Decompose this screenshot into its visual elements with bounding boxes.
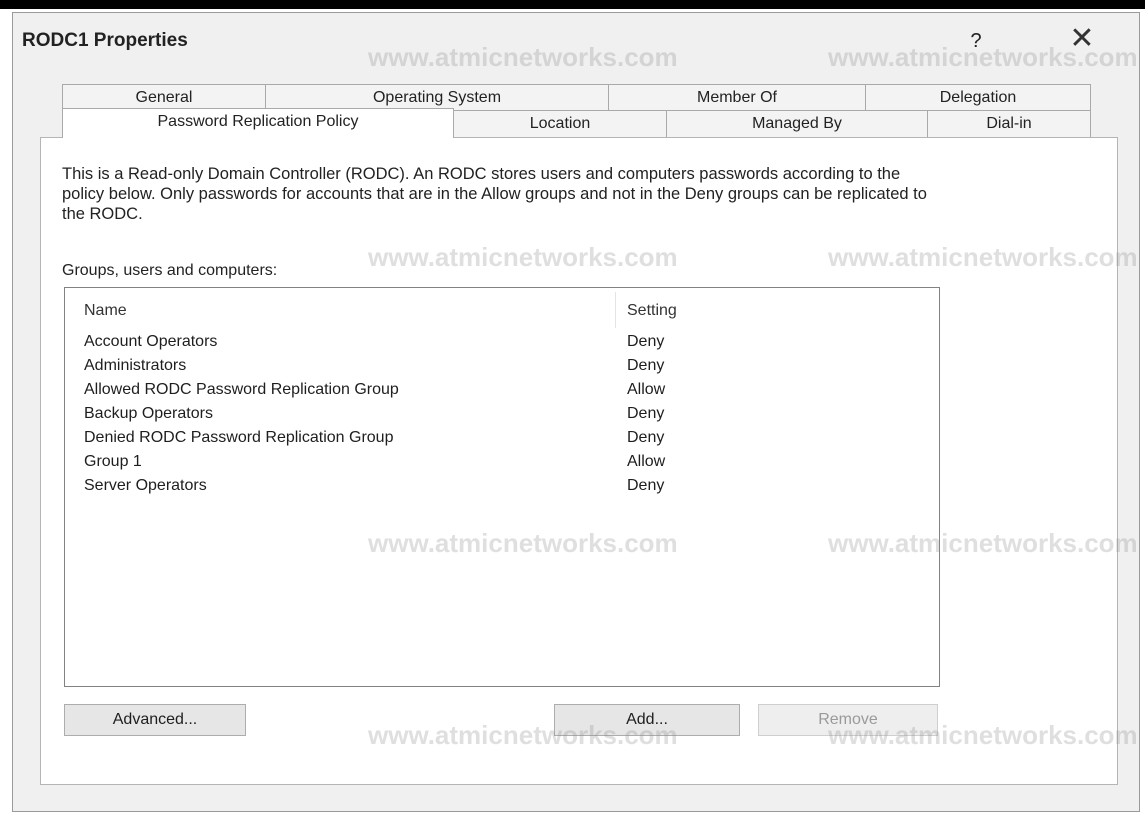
tab-managed-by[interactable]: Managed By xyxy=(666,110,928,137)
top-edge-bar xyxy=(0,0,1145,9)
item-name: Administrators xyxy=(84,357,187,374)
tab-password-replication-policy[interactable]: Password Replication Policy xyxy=(62,108,454,138)
close-icon: ✕ xyxy=(1069,22,1095,55)
item-name: Group 1 xyxy=(84,453,142,470)
list-item[interactable]: Group 1 Allow xyxy=(65,450,939,474)
item-name: Denied RODC Password Replication Group xyxy=(84,429,394,446)
tab-general[interactable]: General xyxy=(62,84,266,111)
groups-label: Groups, users and computers: xyxy=(62,262,278,279)
list-item[interactable]: Denied RODC Password Replication Group D… xyxy=(65,426,939,450)
item-setting: Allow xyxy=(627,381,666,398)
list-item[interactable]: Allowed RODC Password Replication Group … xyxy=(65,378,939,402)
tab-member-of[interactable]: Member Of xyxy=(608,84,866,111)
tab-delegation[interactable]: Delegation xyxy=(865,84,1091,111)
list-item[interactable]: Server Operators Deny xyxy=(65,474,939,498)
item-setting: Allow xyxy=(627,453,666,470)
list-item[interactable]: Administrators Deny xyxy=(65,354,939,378)
remove-button[interactable]: Remove xyxy=(758,704,938,736)
item-setting: Deny xyxy=(627,333,665,350)
column-header-name[interactable]: Name xyxy=(84,302,127,320)
item-setting: Deny xyxy=(627,357,665,374)
list-header: Name Setting xyxy=(65,288,939,328)
policy-description: This is a Read-only Domain Controller (R… xyxy=(62,165,927,223)
add-button[interactable]: Add... xyxy=(554,704,740,736)
tab-row-bottom: Password Replication Policy Location Man… xyxy=(62,108,1091,138)
dialog-title: RODC1 Properties xyxy=(22,30,188,51)
list-rows: Account Operators Deny Administrators De… xyxy=(65,330,939,498)
item-name: Backup Operators xyxy=(84,405,213,422)
item-setting: Deny xyxy=(627,429,665,446)
close-button[interactable]: ✕ xyxy=(1060,22,1104,56)
column-divider[interactable] xyxy=(615,292,616,328)
advanced-button[interactable]: Advanced... xyxy=(64,704,246,736)
item-setting: Deny xyxy=(627,477,665,494)
list-item[interactable]: Backup Operators Deny xyxy=(65,402,939,426)
tab-location[interactable]: Location xyxy=(453,110,667,137)
tab-dial-in[interactable]: Dial-in xyxy=(927,110,1091,137)
item-name: Server Operators xyxy=(84,477,207,494)
item-setting: Deny xyxy=(627,405,665,422)
help-button[interactable]: ? xyxy=(958,26,994,56)
item-name: Account Operators xyxy=(84,333,218,350)
tab-operating-system[interactable]: Operating System xyxy=(265,84,609,111)
column-header-setting[interactable]: Setting xyxy=(627,302,677,320)
item-name: Allowed RODC Password Replication Group xyxy=(84,381,399,398)
groups-list[interactable]: Name Setting Account Operators Deny Admi… xyxy=(64,287,940,687)
list-item[interactable]: Account Operators Deny xyxy=(65,330,939,354)
